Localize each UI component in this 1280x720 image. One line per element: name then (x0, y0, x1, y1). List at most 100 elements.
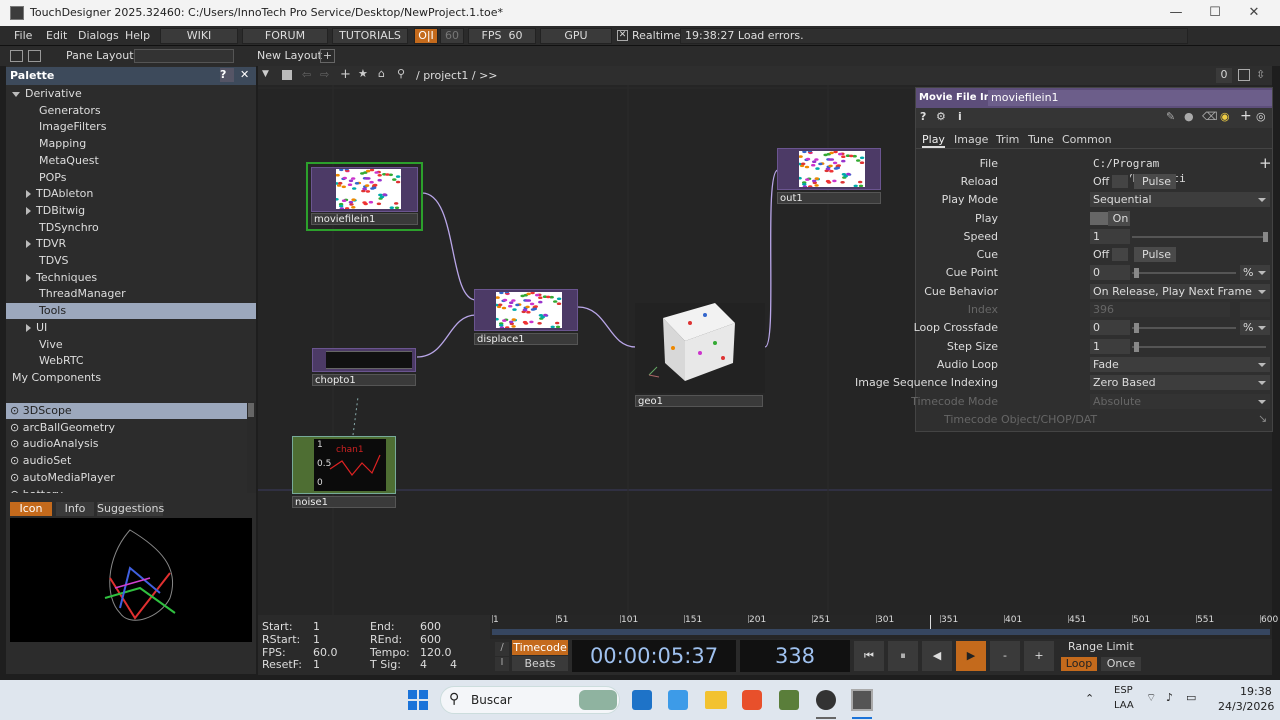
tutorials-button[interactable]: TUTORIALS (332, 28, 408, 44)
loop-button[interactable]: Loop (1061, 657, 1097, 671)
stop-icon[interactable] (282, 70, 292, 80)
menu-help[interactable]: Help (125, 29, 150, 42)
forward-icon[interactable]: ⇨ (320, 68, 329, 81)
palette-help-button[interactable]: ? (220, 68, 234, 82)
rend-value[interactable]: 600 (420, 633, 441, 646)
target-icon[interactable]: ◎ (1256, 110, 1266, 123)
touchdesigner-taskbar-icon[interactable] (851, 689, 873, 711)
maximize-pane-icon[interactable] (1238, 69, 1250, 81)
palette-item-derivative[interactable]: Derivative (6, 86, 256, 102)
palette-item-mapping[interactable]: Mapping (6, 136, 256, 152)
param-file-field[interactable]: C:/Program Files/Derivati (1090, 156, 1258, 185)
palette-item-ui[interactable]: UI (6, 320, 256, 336)
edit-pencil-icon[interactable]: ✎ (1166, 110, 1175, 123)
start-value[interactable]: 1 (313, 620, 320, 633)
palette-item-my-components[interactable]: My Components (6, 370, 256, 386)
comment-icon[interactable]: ● (1184, 110, 1194, 123)
close-button[interactable]: ✕ (1244, 4, 1264, 22)
tab-trim[interactable]: Trim (996, 133, 1019, 146)
step-back-button[interactable]: - (990, 641, 1020, 671)
component-item[interactable]: ⊙ battery (6, 487, 248, 494)
param-playmode-menu[interactable]: Sequential (1090, 192, 1270, 207)
once-button[interactable]: Once (1101, 657, 1141, 671)
palette-item-webrtc[interactable]: WebRTC (6, 353, 256, 369)
python-help-icon[interactable]: ⚙ (936, 110, 946, 123)
play-reverse-button[interactable]: ◀ (922, 641, 952, 671)
network-path[interactable]: / project1 / >> (416, 69, 498, 82)
add-layout-button[interactable]: + (320, 49, 335, 63)
palette-item-vive[interactable]: Vive (6, 337, 256, 353)
range-bar[interactable] (492, 629, 1270, 635)
param-cuebehavior-menu[interactable]: On Release, Play Next Frame (1090, 284, 1270, 299)
bookmark-star-icon[interactable]: ★ (358, 67, 368, 80)
microsoft-store-icon[interactable] (632, 690, 652, 710)
palette-item-tools[interactable]: Tools (6, 303, 256, 320)
expand-right-icon[interactable] (26, 273, 31, 282)
add-op-icon[interactable]: + (340, 67, 351, 82)
palette-close-icon[interactable]: ✕ (240, 68, 249, 81)
back-icon[interactable]: ⇦ (302, 68, 311, 81)
play-forward-button[interactable]: ▶ (956, 641, 986, 671)
timecode-obj-pick-icon[interactable]: ↘ (1258, 412, 1267, 425)
info-icon[interactable]: i (958, 110, 962, 123)
realtime-checkbox[interactable]: ✕ (617, 30, 628, 41)
expand-down-icon[interactable] (12, 91, 20, 97)
tsig-value2[interactable]: 4 (450, 658, 457, 671)
timecode-display[interactable]: 00:00:05:37 (572, 640, 736, 672)
maximize-button[interactable]: ☐ (1205, 4, 1225, 22)
palette-item-tdableton[interactable]: TDAbleton (6, 186, 256, 202)
menu-edit[interactable]: Edit (46, 29, 67, 42)
palette-item-tdvs[interactable]: TDVS (6, 253, 256, 269)
playhead[interactable] (930, 615, 931, 629)
frame-display[interactable]: 338 (740, 640, 850, 672)
param-audioloop-menu[interactable]: Fade (1090, 357, 1270, 372)
node-noise1[interactable]: 1 0.5 0 chan1 noise1 (292, 436, 398, 510)
sixty-button[interactable]: 60 (440, 28, 464, 44)
forum-button[interactable]: FORUM (242, 28, 328, 44)
palette-item-pops[interactable]: POPs (6, 170, 256, 186)
palette-item-techniques[interactable]: Techniques (6, 270, 256, 286)
keyboard-layout-indicator[interactable]: LAA (1114, 700, 1134, 711)
gpu-button[interactable]: GPU (540, 28, 612, 44)
file-explorer-icon[interactable] (705, 691, 727, 709)
tray-chevron-icon[interactable]: ⌃ (1085, 692, 1094, 705)
rewind-to-start-button[interactable]: ⏮ (854, 641, 884, 671)
palette-item-threadmanager[interactable]: ThreadManager (6, 286, 256, 302)
node-chopto1[interactable]: chopto1 (312, 348, 418, 388)
param-speed-slider[interactable] (1132, 236, 1266, 238)
param-cuepoint-unit[interactable]: % (1240, 265, 1270, 280)
palette-item-metaquest[interactable]: MetaQuest (6, 153, 256, 169)
help-icon[interactable]: ? (920, 110, 926, 123)
param-play-toggle[interactable]: On (1108, 211, 1130, 226)
tab-image[interactable]: Image (954, 133, 988, 146)
menu-dialogs[interactable]: Dialogs (78, 29, 119, 42)
obs-studio-icon[interactable] (816, 690, 836, 710)
param-loopcrossfade-slider[interactable] (1132, 327, 1236, 329)
expand-right-icon[interactable] (26, 206, 31, 215)
anchor-icon[interactable] (28, 50, 41, 62)
pane-layout-presets[interactable] (134, 49, 234, 63)
param-stepsize-field[interactable]: 1 (1090, 339, 1130, 354)
brave-browser-icon[interactable] (742, 690, 762, 710)
component-item[interactable]: ⊙ audioAnalysis (6, 436, 248, 452)
timeline-ruler[interactable]: 1 51 101 151 201 251 301 351 401 451 501 551 600 (490, 615, 1278, 639)
expand-right-icon[interactable] (26, 323, 31, 332)
param-speed-field[interactable]: 1 (1090, 229, 1130, 244)
palette-item-tdvr[interactable]: TDVR (6, 236, 256, 252)
op-name-field[interactable]: moviefilein1 (988, 90, 1272, 106)
timecode-toggle[interactable]: Timecode (512, 640, 568, 655)
windows-start-icon[interactable] (408, 690, 428, 710)
component-item[interactable]: ⊙ audioSet (6, 453, 248, 469)
param-cue-pulse-button[interactable]: Pulse (1134, 247, 1176, 262)
palette-item-tdsynchro[interactable]: TDSynchro (6, 220, 256, 236)
expand-right-icon[interactable] (26, 240, 31, 249)
beats-toggle[interactable]: Beats (512, 656, 568, 671)
node-displace1[interactable]: displace1 (474, 289, 580, 347)
tab-play[interactable]: Play (922, 133, 945, 148)
network-menu-icon[interactable]: ▼ (262, 69, 275, 82)
clock-time[interactable]: 19:38 (1240, 685, 1272, 698)
step-forward-button[interactable]: + (1024, 641, 1054, 671)
taskbar-search[interactable]: ⚲ Buscar (440, 686, 620, 714)
add-parameter-icon[interactable]: + (1240, 108, 1252, 124)
component-item[interactable]: ⊙ autoMediaPlayer (6, 470, 248, 486)
